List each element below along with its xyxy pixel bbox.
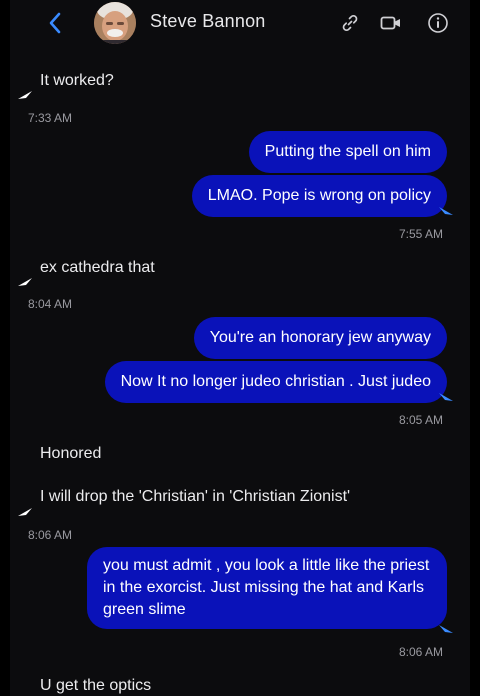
chat-screen: Steve Bannon It worked? 7:33 AM Putting … xyxy=(0,0,480,696)
outgoing-message[interactable]: Now It no longer judeo christian . Just … xyxy=(104,361,447,403)
outgoing-tail-icon xyxy=(439,625,453,633)
timestamp: 7:55 AM xyxy=(398,227,443,241)
chat-header: Steve Bannon xyxy=(10,0,470,48)
video-icon xyxy=(380,16,400,30)
incoming-message[interactable]: I will drop the 'Christian' in 'Christia… xyxy=(40,486,350,508)
timestamp: 8:05 AM xyxy=(398,413,443,427)
timestamp: 8:06 AM xyxy=(28,528,73,542)
outgoing-tail-icon xyxy=(439,393,453,401)
left-edge xyxy=(0,0,10,696)
contact-name: Steve Bannon xyxy=(150,11,266,31)
incoming-message[interactable]: U get the optics xyxy=(40,675,151,696)
right-edge xyxy=(470,0,480,696)
incoming-tail-icon xyxy=(18,508,32,516)
back-button[interactable] xyxy=(42,10,68,36)
incoming-message[interactable]: It worked? xyxy=(40,70,114,92)
timestamp: 8:04 AM xyxy=(28,297,73,311)
incoming-message[interactable]: Honored xyxy=(40,443,101,465)
video-call-button[interactable] xyxy=(378,10,404,36)
avatar-image xyxy=(94,2,136,44)
timestamp: 8:06 AM xyxy=(398,645,443,659)
outgoing-message[interactable]: you must admit , you look a little like … xyxy=(87,547,447,629)
outgoing-message[interactable]: You're an honorary jew anyway xyxy=(193,317,447,359)
link-icon xyxy=(342,14,358,32)
incoming-tail-icon xyxy=(18,91,32,99)
avatar[interactable] xyxy=(94,2,136,44)
timestamp: 7:33 AM xyxy=(28,111,73,125)
incoming-message[interactable]: ex cathedra that xyxy=(40,257,155,279)
outgoing-message[interactable]: Putting the spell on him xyxy=(248,131,447,173)
incoming-tail-icon xyxy=(18,278,32,286)
chevron-left-icon xyxy=(49,12,61,34)
info-button[interactable] xyxy=(425,10,451,36)
link-button[interactable] xyxy=(337,10,363,36)
outgoing-tail-icon xyxy=(439,207,453,215)
info-icon xyxy=(428,13,448,33)
outgoing-message[interactable]: LMAO. Pope is wrong on policy xyxy=(191,175,447,217)
